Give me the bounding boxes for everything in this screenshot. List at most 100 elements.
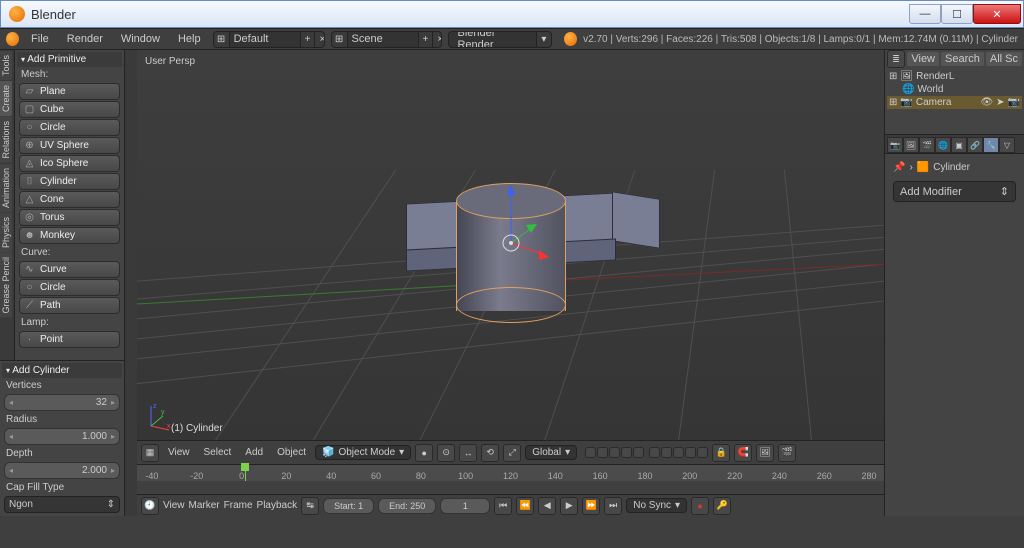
tl-menu-frame[interactable]: Frame [224,500,253,511]
shading-sphere-icon[interactable]: ● [415,444,433,462]
add-path-button[interactable]: ⟋Path [19,297,120,314]
manipulator-rotate-icon[interactable]: ⟲ [481,444,499,462]
render-engine-selector[interactable]: Blender Render ▾ [448,31,552,48]
render-preview-icon[interactable]: 🖼 [756,444,774,462]
add-plane-button[interactable]: ▱Plane [19,83,120,100]
add-torus-button[interactable]: ◎Torus [19,209,120,226]
sync-selector[interactable]: No Sync▾ [626,498,687,513]
prop-tab-render[interactable]: 📷 [887,137,903,153]
vp-menu-object[interactable]: Object [272,445,311,460]
layer-buttons[interactable] [585,447,708,458]
add-cylinder-button[interactable]: ⌷Cylinder [19,173,120,190]
restrict-select-icon[interactable]: ➤ [996,97,1004,108]
current-frame-field[interactable]: 1 [440,498,490,514]
restrict-view-icon[interactable]: 👁 [980,97,993,108]
prop-tab-object[interactable]: ▣ [951,137,967,153]
capfill-select[interactable]: Ngon⇕ [4,496,120,513]
minimize-button[interactable]: — [909,4,941,24]
tl-menu-playback[interactable]: Playback [257,500,298,511]
menu-file[interactable]: File [25,31,55,47]
add-uvsphere-button[interactable]: ⊕UV Sphere [19,137,120,154]
manipulator-translate-icon[interactable]: ↔ [459,444,477,462]
transform-gizmo[interactable] [471,183,551,283]
outliner-menu-search[interactable]: Search [941,52,984,66]
tl-menu-marker[interactable]: Marker [189,500,220,511]
close-button[interactable]: ✕ [973,4,1021,24]
screen-layout-selector[interactable]: ⊞ Default + × [213,31,325,48]
orientation-selector[interactable]: Global▾ [525,445,577,460]
radius-field[interactable]: 1.000 [4,428,120,445]
add-cube-button[interactable]: ▢Cube [19,101,120,118]
scene-remove-icon[interactable]: × [432,31,442,48]
outliner-tree[interactable]: ⊞🖼RenderL 🌐World ⊞📷Camera👁➤📷 [885,68,1024,134]
breadcrumb-object[interactable]: Cylinder [933,162,970,173]
scene-add-icon[interactable]: + [418,31,433,48]
add-point-lamp-button[interactable]: ·Point [19,331,120,348]
add-modifier-select[interactable]: Add Modifier⇕ [893,181,1016,202]
keyframe-prev-icon[interactable]: ⏪ [516,497,534,515]
range-icon[interactable]: ↹ [301,497,319,515]
layout-name[interactable]: Default [230,33,300,45]
jump-end-icon[interactable]: ⏭ [604,497,622,515]
prop-tab-scene[interactable]: 🎬 [919,137,935,153]
tab-create[interactable]: Create [0,81,12,116]
tab-physics[interactable]: Physics [0,213,12,252]
scene-selector[interactable]: ⊞ Scene + × [331,31,443,48]
pivot-icon[interactable]: ⊙ [437,444,455,462]
prop-tab-constraints[interactable]: 🔗 [967,137,983,153]
layout-browse-icon[interactable]: ⊞ [214,31,230,48]
scene-name[interactable]: Scene [348,33,418,45]
add-monkey-button[interactable]: ☻Monkey [19,227,120,244]
prop-tab-renderlayers[interactable]: 🖼 [903,137,919,153]
tab-tools[interactable]: Tools [0,51,12,80]
vp-menu-select[interactable]: Select [199,445,237,460]
start-frame-field[interactable]: Start: 1 [323,498,374,514]
menu-render[interactable]: Render [61,31,109,47]
menu-help[interactable]: Help [172,31,207,47]
timeline-editor-type-icon[interactable]: 🕘 [141,497,159,515]
snap-icon[interactable]: 🧲 [734,444,752,462]
timeline-ruler[interactable]: -40-200204060801001201401601802002202402… [137,465,884,481]
clapperboard-icon[interactable]: 🎬 [778,444,796,462]
outliner-item-render[interactable]: ⊞🖼RenderL [887,70,1022,83]
tab-animation[interactable]: Animation [0,164,12,212]
maximize-button[interactable]: ☐ [941,4,973,24]
tl-menu-view[interactable]: View [163,500,185,511]
layout-add-icon[interactable]: + [300,31,315,48]
prop-tab-modifiers[interactable]: 🔧 [983,137,999,153]
outliner-filter[interactable]: All Sc [986,52,1022,66]
chevron-down-icon[interactable]: ▾ [536,31,551,48]
3d-viewport[interactable]: User Persp [137,50,884,440]
prop-tab-data[interactable]: ▽ [999,137,1015,153]
outliner-item-world[interactable]: 🌐World [887,83,1022,96]
expand-icon[interactable]: ⊞ [889,71,897,82]
add-primitive-header[interactable]: Add Primitive [17,52,122,67]
vertices-field[interactable]: 32 [4,394,120,411]
keying-set-icon[interactable]: 🔑 [713,497,731,515]
operator-header[interactable]: Add Cylinder [2,363,122,378]
mode-selector[interactable]: 🧊Object Mode▾ [315,445,411,460]
vp-menu-add[interactable]: Add [240,445,268,460]
tab-relations[interactable]: Relations [0,117,12,163]
depth-field[interactable]: 2.000 [4,462,120,479]
add-circle-button[interactable]: ○Circle [19,119,120,136]
autokey-record-icon[interactable]: ● [691,497,709,515]
prop-tab-world[interactable]: 🌐 [935,137,951,153]
layout-remove-icon[interactable]: × [314,31,324,48]
render-engine-name[interactable]: Blender Render [449,31,535,48]
add-curve-button[interactable]: ∿Curve [19,261,120,278]
outliner-item-camera[interactable]: ⊞📷Camera👁➤📷 [887,96,1022,109]
outliner-editor-type-icon[interactable]: ≣ [887,50,905,68]
tab-grease-pencil[interactable]: Grease Pencil [0,253,12,318]
lock-camera-icon[interactable]: 🔒 [712,444,730,462]
add-cone-button[interactable]: △Cone [19,191,120,208]
keyframe-next-icon[interactable]: ⏩ [582,497,600,515]
timeline-cursor[interactable] [245,465,246,481]
pin-icon[interactable]: 📌 [893,162,905,173]
menu-window[interactable]: Window [115,31,166,47]
add-icosphere-button[interactable]: ◬Ico Sphere [19,155,120,172]
editor-type-icon[interactable]: ▦ [141,444,159,462]
play-icon[interactable]: ▶ [560,497,578,515]
outliner-menu-view[interactable]: View [907,52,939,66]
end-frame-field[interactable]: End: 250 [378,498,436,514]
